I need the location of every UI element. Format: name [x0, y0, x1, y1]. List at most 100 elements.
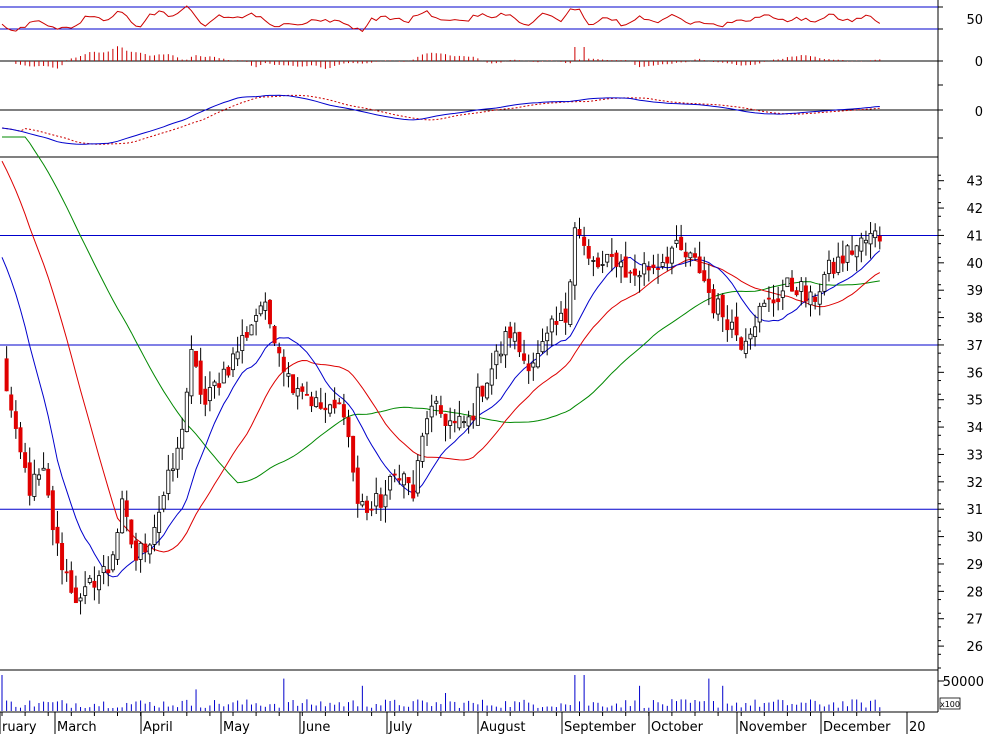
- candle-body: [563, 308, 568, 323]
- candle-body: [803, 285, 808, 302]
- candle-body: [217, 383, 222, 388]
- candle-body: [83, 586, 88, 596]
- candle-body: [406, 477, 411, 484]
- candle-body: [632, 268, 637, 276]
- candle-body: [808, 291, 813, 306]
- candle-body: [157, 511, 162, 533]
- candle-body: [549, 318, 554, 333]
- candle-body: [304, 393, 309, 396]
- moving-average-long: [2, 136, 880, 484]
- macd-line: [1, 94, 880, 145]
- candle-body: [485, 382, 490, 399]
- candle-body: [669, 247, 674, 264]
- moving-average-layer: [1, 136, 881, 578]
- candle-body: [97, 575, 102, 591]
- candle-body: [711, 289, 716, 314]
- candle-body: [397, 478, 402, 481]
- candle-body: [831, 261, 836, 274]
- candle-body: [378, 494, 383, 508]
- price-tick-label: 41: [966, 229, 983, 244]
- candle-body: [725, 319, 730, 331]
- candle-body: [679, 236, 684, 251]
- volume-tick-label: 50000: [943, 675, 984, 690]
- candle-body: [609, 253, 614, 257]
- candle-body: [660, 262, 665, 267]
- candle-body: [249, 324, 254, 336]
- month-label: April: [143, 720, 173, 734]
- candle-body: [716, 298, 721, 315]
- candle-body: [854, 245, 859, 258]
- rsi-line: [1, 5, 881, 33]
- candle-body: [161, 495, 166, 510]
- candle-body: [300, 386, 305, 392]
- candle-body: [244, 332, 249, 338]
- candle-body: [277, 346, 282, 354]
- candle-body: [753, 326, 758, 338]
- candle-body: [291, 374, 296, 394]
- candle-body: [697, 256, 702, 274]
- month-label: 20: [909, 720, 926, 734]
- candle-body: [794, 290, 799, 296]
- candle-body: [651, 264, 656, 269]
- candle-body: [92, 580, 97, 588]
- price-tick-label: 31: [966, 503, 983, 518]
- candle-body: [346, 417, 351, 438]
- candle-body: [147, 544, 152, 555]
- candle-body: [646, 266, 651, 271]
- price-tick-label: 36: [966, 366, 983, 381]
- candle-body: [706, 278, 711, 293]
- candle-body: [180, 428, 185, 449]
- price-tick-label: 30: [966, 531, 983, 546]
- candle-body: [545, 332, 550, 342]
- price-tick-label: 34: [966, 421, 983, 436]
- candle-body: [512, 332, 517, 342]
- candle-body: [757, 305, 762, 323]
- candle-body: [790, 277, 795, 292]
- macd-signal-line: [1, 94, 880, 145]
- candle-body: [124, 500, 129, 517]
- candle-body: [503, 331, 508, 356]
- candle-body: [766, 297, 771, 300]
- candle-body: [729, 321, 734, 330]
- candle-body: [461, 421, 466, 424]
- macd-tick-label: 0: [975, 105, 983, 120]
- candle-body: [785, 277, 790, 288]
- candle-body: [383, 494, 388, 508]
- candle-body: [18, 427, 23, 453]
- candle-body: [221, 368, 226, 384]
- candle-body: [656, 268, 661, 270]
- price-tick-label: 33: [966, 448, 983, 463]
- candle-body: [466, 416, 471, 427]
- price-tick-label: 35: [966, 394, 983, 409]
- rsi-tick-label: 50: [966, 13, 983, 28]
- candle-body: [475, 386, 480, 426]
- candle-body: [401, 473, 406, 486]
- candle-body: [813, 296, 818, 302]
- candle-body: [267, 299, 272, 325]
- candle-body: [415, 460, 420, 494]
- candle-body: [332, 399, 337, 409]
- candle-body: [411, 484, 416, 499]
- candle-body: [572, 227, 577, 286]
- candle-body: [138, 542, 143, 560]
- candle-body: [762, 302, 767, 307]
- volume-unit-label: x100: [940, 700, 960, 709]
- candle-body: [198, 360, 203, 395]
- candle-body: [101, 566, 106, 574]
- candle-body: [152, 526, 157, 545]
- month-label: ruary: [2, 720, 37, 734]
- candle-body: [55, 526, 60, 544]
- candle-body: [143, 543, 148, 553]
- candle-body: [286, 373, 291, 377]
- candle-body: [429, 405, 434, 418]
- rsi-layer: [0, 5, 938, 33]
- candle-body: [850, 250, 855, 255]
- month-label: March: [57, 720, 97, 734]
- candle-body: [559, 312, 564, 321]
- candle-body: [554, 320, 559, 325]
- candle-body: [212, 381, 217, 387]
- candle-body: [240, 335, 245, 351]
- candle-body: [748, 333, 753, 340]
- price-tick-label: 38: [966, 312, 983, 327]
- candle-body: [175, 447, 180, 470]
